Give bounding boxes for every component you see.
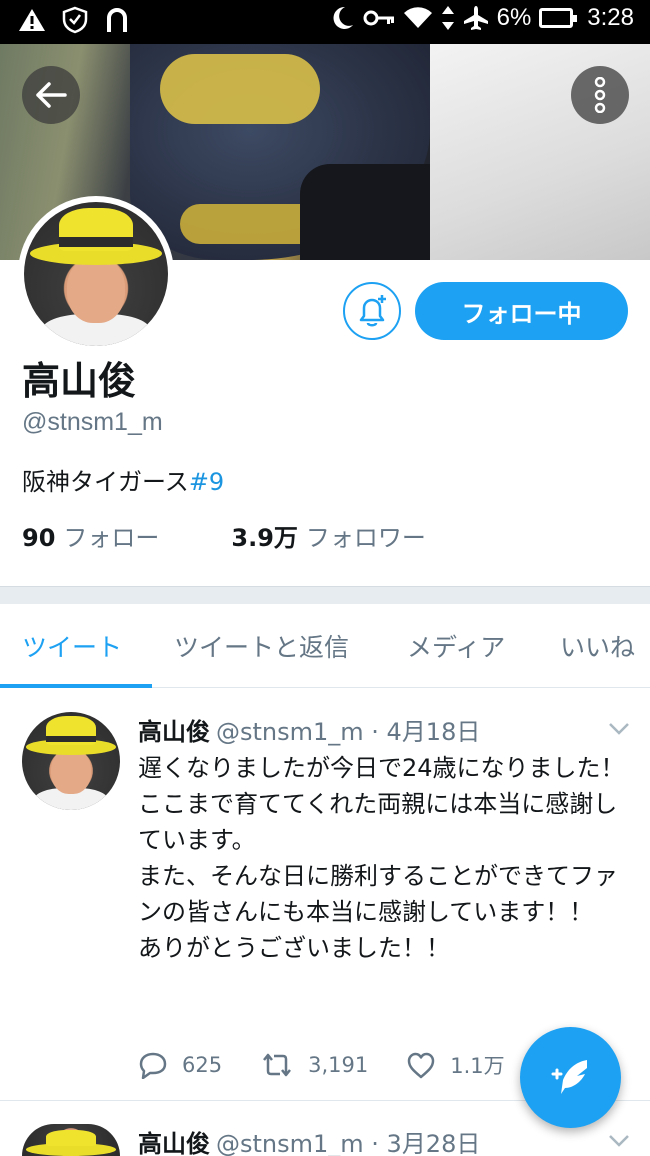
followers-stat[interactable]: 3.9万 フォロワー [231, 518, 426, 553]
bio-hashtag-link[interactable]: #9 [189, 468, 224, 496]
following-count: 90 [22, 524, 56, 552]
tweet-item[interactable]: 高山俊 @stnsm1_m · 3月28日 [0, 1122, 650, 1156]
followers-label: フォロワー [305, 524, 426, 552]
wifi-icon [403, 6, 433, 30]
following-stat[interactable]: 90 フォロー [22, 518, 159, 553]
profile-tabs: ツイート ツイートと返信 メディア いいね [0, 604, 650, 688]
active-tab-indicator [0, 684, 152, 688]
tab-likes[interactable]: いいね [560, 628, 635, 664]
heart-icon [407, 1052, 435, 1079]
retweet-count: 3,191 [308, 1053, 369, 1077]
reply-icon [139, 1052, 167, 1079]
reply-action[interactable]: 625 [138, 1050, 222, 1080]
profile-name: 高山俊 [22, 359, 137, 403]
moon-icon [331, 5, 355, 31]
chevron-down-icon[interactable] [608, 1130, 630, 1152]
key-icon [363, 7, 395, 29]
status-bar: 6% 3:28 [0, 0, 650, 44]
profile-stats: 90 フォロー 3.9万 フォロワー [22, 518, 426, 553]
tab-tweets-and-replies[interactable]: ツイートと返信 [174, 628, 349, 664]
profile-bio: 阪神タイガース#9 [22, 462, 224, 497]
warning-icon [18, 7, 46, 33]
tab-tweets[interactable]: ツイート [22, 628, 122, 664]
battery-icon [539, 8, 578, 28]
tweet-header: 高山俊 @stnsm1_m · 3月28日 [138, 1124, 480, 1156]
status-bar-right: 6% 3:28 [331, 4, 634, 32]
tweet-handle-date: @stnsm1_m · 4月18日 [216, 718, 481, 746]
status-bar-left [18, 6, 130, 34]
like-count: 1.1万 [450, 1054, 505, 1078]
like-action[interactable]: 1.1万 [406, 1050, 505, 1080]
notifications-button[interactable] [343, 282, 401, 340]
shield-icon [62, 6, 88, 34]
followers-count: 3.9万 [231, 524, 298, 552]
reply-count: 625 [182, 1053, 223, 1077]
back-button[interactable] [22, 66, 80, 124]
bio-text: 阪神タイガース [22, 468, 189, 496]
more-options-button[interactable] [571, 66, 629, 124]
profile-avatar[interactable] [18, 196, 174, 352]
tweet-avatar[interactable] [22, 1124, 120, 1156]
battery-percent: 6% [496, 4, 532, 31]
tweet-actions: 625 3,191 1.1万 [138, 1050, 543, 1080]
following-label: フォロー [63, 524, 160, 552]
clock: 3:28 [587, 4, 634, 31]
tweet-text: 遅くなりましたが今日で24歳になりました！ ここまで育ててくれた両親には本当に感… [138, 754, 625, 962]
tweet-author-name: 高山俊 [138, 1130, 210, 1156]
tweet-author-name: 高山俊 [138, 718, 210, 746]
arrow-left-icon [36, 82, 67, 108]
airplane-icon [463, 5, 489, 31]
tweet-avatar[interactable] [22, 712, 120, 810]
tab-media[interactable]: メディア [407, 628, 505, 664]
compose-feather-icon [551, 1059, 587, 1094]
profile-handle: @stnsm1_m [22, 408, 163, 436]
retweet-icon [263, 1053, 292, 1077]
horseshoe-icon [104, 6, 130, 34]
retweet-action[interactable]: 3,191 [260, 1050, 368, 1080]
section-divider [0, 586, 650, 604]
more-vertical-icon [594, 77, 606, 113]
following-button[interactable]: フォロー中 [415, 282, 628, 340]
bell-plus-icon [359, 295, 386, 327]
chevron-down-icon[interactable] [608, 718, 630, 740]
tweet-handle-date: @stnsm1_m · 3月28日 [216, 1130, 481, 1156]
tweet-header: 高山俊 @stnsm1_m · 4月18日 [138, 712, 480, 747]
data-arrows-icon [441, 5, 455, 31]
compose-tweet-button[interactable] [520, 1027, 621, 1128]
